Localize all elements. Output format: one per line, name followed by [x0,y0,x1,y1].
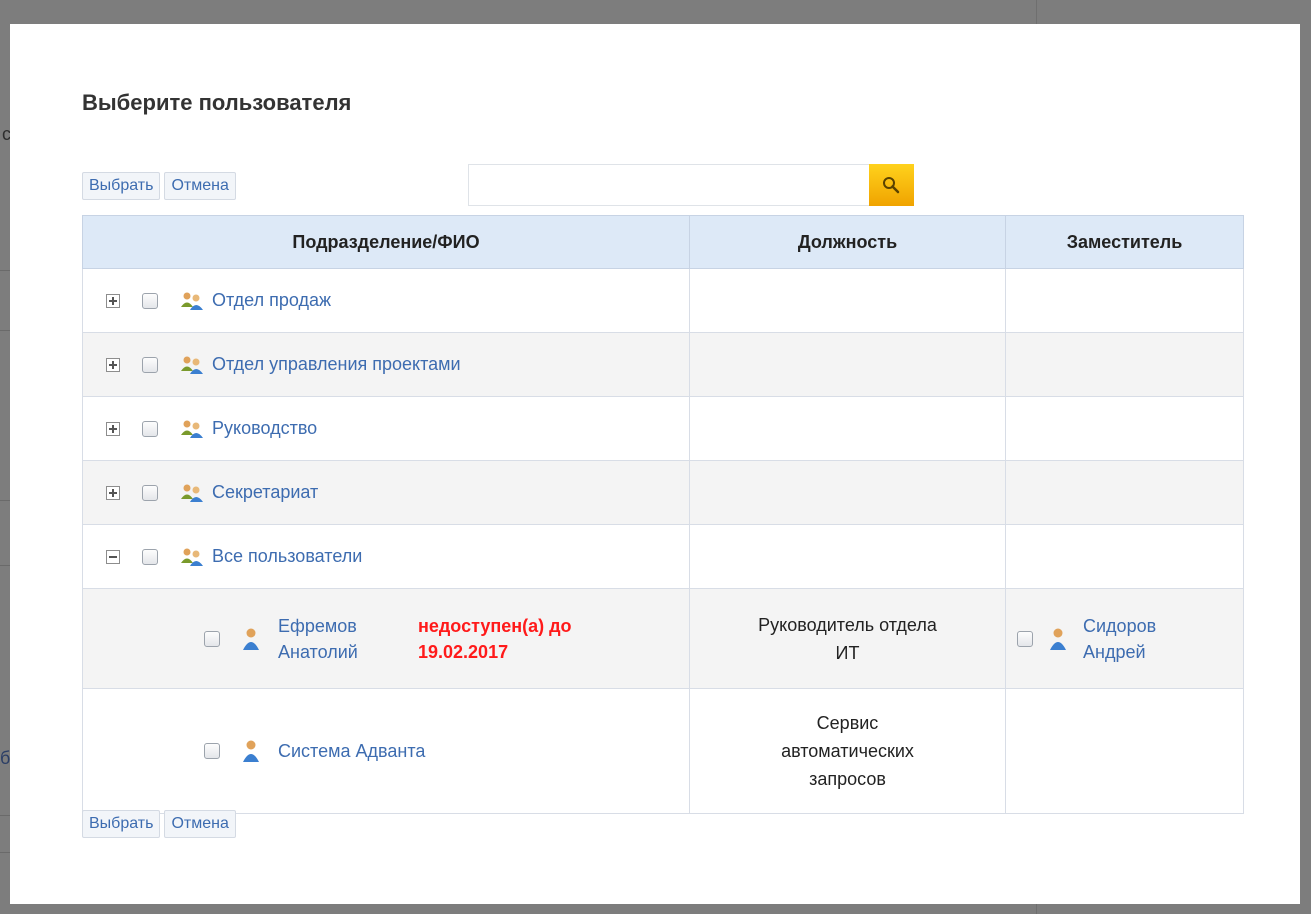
cancel-button[interactable]: Отмена [164,810,236,838]
user-name-line: Анатолий [278,641,358,662]
user-icon [243,628,259,650]
expand-icon[interactable] [106,485,120,500]
row-checkbox[interactable] [142,548,158,565]
table-row: Система Адванта Сервис автоматических за… [82,688,1244,814]
group-users-icon [181,484,203,502]
position-cell [689,524,1006,589]
row-checkbox[interactable] [204,630,220,647]
search-input[interactable] [468,164,869,206]
group-name[interactable]: Отдел управления проектами [212,354,461,375]
position-line: Сервис [816,713,879,733]
users-table: Подразделение/ФИО Должность Заместитель … [82,215,1244,814]
column-header-deputy[interactable]: Заместитель [1005,215,1244,269]
deputy-name-line: Андрей [1083,641,1146,662]
select-button[interactable]: Выбрать [82,172,161,200]
deputy-cell [1005,524,1244,589]
table-row: Отдел управления проектами [82,332,1244,397]
group-name[interactable]: Секретариат [212,482,318,503]
user-icon [243,740,259,762]
deputy-cell [1005,332,1244,397]
status-line: 19.02.2017 [418,641,509,662]
row-checkbox[interactable] [142,484,158,501]
search-button[interactable] [869,164,914,206]
row-checkbox[interactable] [142,420,158,437]
group-users-icon [181,420,203,438]
position-cell [689,396,1006,461]
deputy-cell [1005,688,1244,814]
position-cell: Сервис автоматических запросов [689,688,1006,814]
top-toolbar: Выбрать Отмена [82,172,236,200]
status-line: недоступен(а) до [418,615,572,636]
expand-icon[interactable] [106,357,120,372]
deputy-cell [1005,460,1244,525]
group-users-icon [181,292,203,310]
user-name[interactable]: Система Адванта [278,741,425,762]
deputy-name[interactable]: Сидоров Андрей [1083,613,1156,665]
deputy-cell [1005,268,1244,333]
bottom-toolbar: Выбрать Отмена [82,810,236,838]
dialog-title: Выберите пользователя [82,90,352,115]
table-header-row: Подразделение/ФИО Должность Заместитель [82,215,1244,269]
table-row: Ефремов Анатолий недоступен(а) до 19.02.… [82,588,1244,689]
deputy-name-line: Сидоров [1083,615,1157,636]
availability-status: недоступен(а) до 19.02.2017 [418,613,572,665]
select-user-dialog: Выберите пользователя Выбрать Отмена Под… [10,24,1300,904]
table-row: Руководство [82,396,1244,461]
select-button[interactable]: Выбрать [82,810,161,838]
cancel-button[interactable]: Отмена [164,172,236,200]
row-checkbox[interactable] [142,356,158,373]
deputy-cell [1005,396,1244,461]
table-row: Отдел продаж [82,268,1244,333]
row-checkbox[interactable] [204,743,220,759]
collapse-icon[interactable] [106,549,120,564]
table-row: Секретариат [82,460,1244,525]
table-row: Все пользователи [82,524,1244,589]
position-line: автоматических [781,741,914,761]
group-users-icon [181,356,203,374]
position-cell [689,332,1006,397]
column-header-department[interactable]: Подразделение/ФИО [82,215,690,269]
expand-icon[interactable] [106,293,120,308]
search-box [468,164,914,206]
group-name[interactable]: Отдел продаж [212,290,331,311]
row-checkbox[interactable] [142,292,158,309]
position-cell [689,268,1006,333]
user-name-line: Ефремов [278,615,357,636]
column-header-position[interactable]: Должность [689,215,1006,269]
user-name[interactable]: Ефремов Анатолий [278,613,418,665]
deputy-checkbox[interactable] [1017,630,1033,647]
position-cell [689,460,1006,525]
position-line: Руководитель отдела [758,614,937,635]
group-name[interactable]: Все пользователи [212,546,362,567]
position-cell: Руководитель отдела ИТ [689,588,1006,689]
position-line: запросов [809,769,886,789]
expand-icon[interactable] [106,421,120,436]
group-name[interactable]: Руководство [212,418,317,439]
user-icon [1050,628,1066,650]
position-line: ИТ [835,642,860,663]
magnifier-icon [883,177,900,194]
group-users-icon [181,548,203,566]
